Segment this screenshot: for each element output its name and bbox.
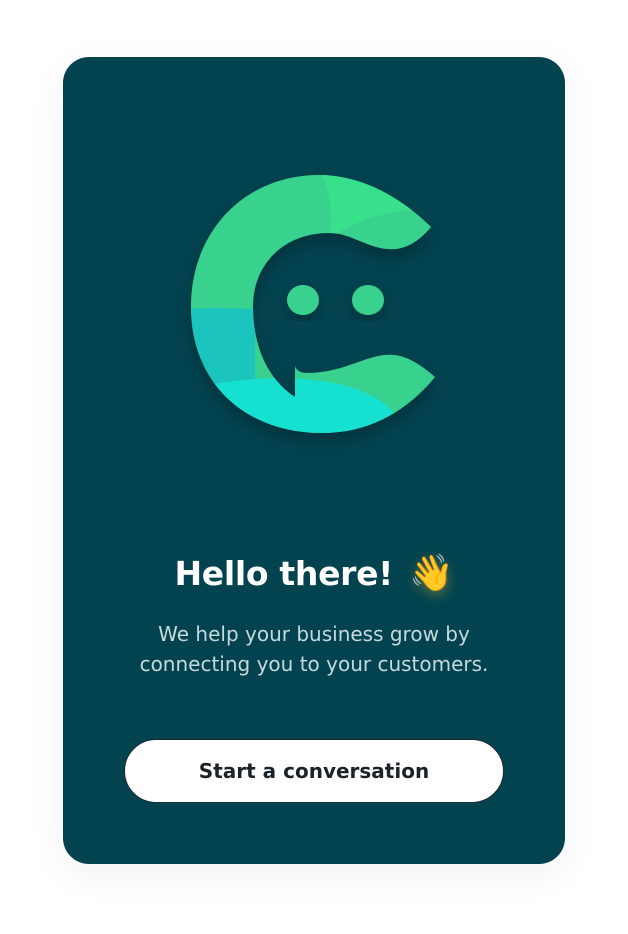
page-title: Hello there! 👋 [63,552,565,594]
logo-right-eye-icon [352,285,384,315]
tagline-text: We help your business grow by connecting… [139,622,489,676]
waving-hand-icon: 👋 [409,553,454,594]
brand-logo-icon [183,169,443,439]
logo-left-eye-icon [287,285,319,315]
greeting-text: Hello there! [174,554,393,593]
start-conversation-button[interactable]: Start a conversation [124,739,504,803]
chat-c-logo-icon [191,175,435,433]
welcome-card: Hello there! 👋 We help your business grow… [63,57,565,864]
